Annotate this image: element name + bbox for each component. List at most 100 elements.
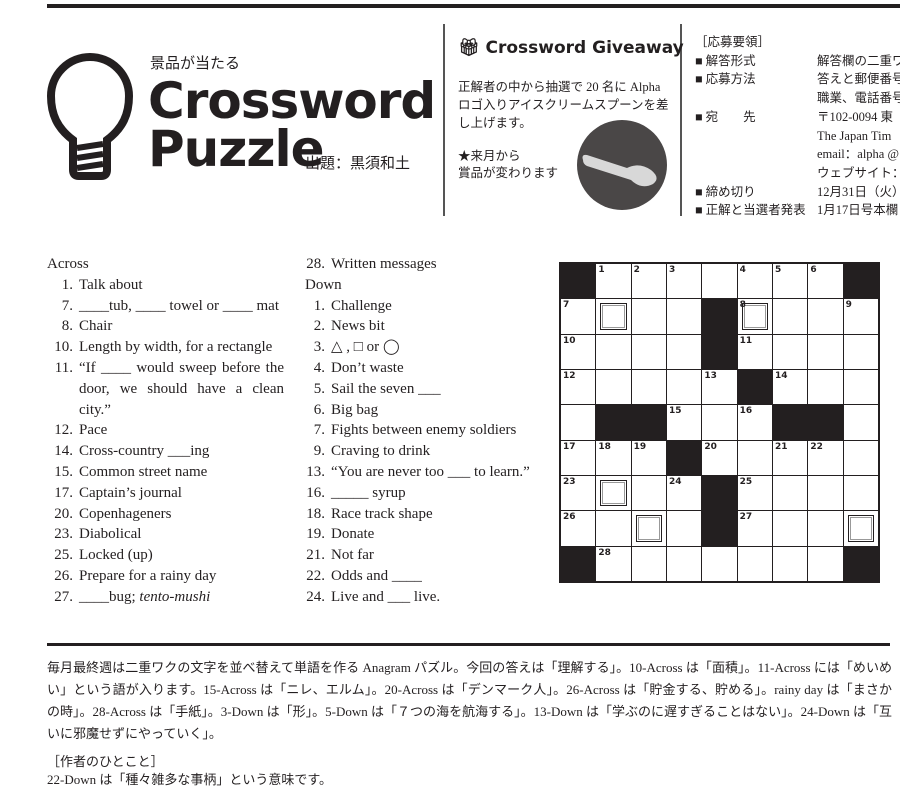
grid-cell[interactable]: 1: [596, 264, 631, 299]
grid-cell[interactable]: [737, 440, 772, 475]
grid-cell[interactable]: [666, 511, 702, 546]
clue-item[interactable]: 24. Live and ___ live.: [305, 587, 550, 608]
grid-cell[interactable]: [808, 369, 843, 405]
grid-cell[interactable]: [666, 334, 702, 369]
clue-item[interactable]: 15. Common street name: [47, 462, 284, 483]
grid-cell[interactable]: [631, 475, 666, 511]
grid-cell[interactable]: 19: [631, 440, 666, 475]
clue-item[interactable]: 26. Prepare for a rainy day: [47, 566, 284, 587]
grid-cell[interactable]: 14: [772, 369, 808, 405]
grid-cell[interactable]: [808, 299, 843, 334]
grid-cell[interactable]: [772, 475, 808, 511]
grid-cell[interactable]: 26: [561, 511, 596, 546]
grid-cell[interactable]: 18: [596, 440, 631, 475]
grid-cell[interactable]: [772, 511, 808, 546]
grid-cell[interactable]: [702, 264, 737, 299]
grid-cell[interactable]: 25: [737, 475, 772, 511]
grid-cell[interactable]: [631, 369, 666, 405]
grid-cell[interactable]: 11: [737, 334, 772, 369]
grid-cell[interactable]: [843, 405, 878, 440]
grid-cell[interactable]: 16: [737, 405, 772, 440]
clue-item[interactable]: 11. “If ____ would sweep before the door,…: [47, 358, 284, 420]
grid-cell[interactable]: [772, 546, 808, 581]
grid-cell[interactable]: [666, 369, 702, 405]
grid-cell[interactable]: 28: [596, 546, 631, 581]
grid-cell[interactable]: 12: [561, 369, 596, 405]
grid-cell[interactable]: 2: [631, 264, 666, 299]
clue-item[interactable]: 23. Diabolical: [47, 524, 284, 545]
grid-cell[interactable]: 22: [808, 440, 843, 475]
grid-cell[interactable]: 21: [772, 440, 808, 475]
grid-cell[interactable]: [666, 299, 702, 334]
clue-item[interactable]: 10. Length by width, for a rectangle: [47, 337, 284, 358]
clue-item[interactable]: 18. Race track shape: [305, 504, 550, 525]
clue-item[interactable]: 7. Fights between enemy soldiers: [305, 420, 550, 441]
grid-cell[interactable]: 4: [737, 264, 772, 299]
clue-item[interactable]: 12. Pace: [47, 420, 284, 441]
clue-item[interactable]: 19. Donate: [305, 524, 550, 545]
clue-item[interactable]: 9. Craving to drink: [305, 441, 550, 462]
grid-cell[interactable]: [808, 546, 843, 581]
clue-item[interactable]: 27. ____bug; tento-mushi: [47, 587, 284, 608]
clue-item[interactable]: 6. Big bag: [305, 400, 550, 421]
grid-cell[interactable]: 10: [561, 334, 596, 369]
grid-cell[interactable]: [772, 334, 808, 369]
grid-cell[interactable]: [843, 440, 878, 475]
clue-item[interactable]: 20. Copenhageners: [47, 504, 284, 525]
grid-cell[interactable]: [843, 475, 878, 511]
grid-cell[interactable]: 9: [843, 299, 878, 334]
clue-item[interactable]: 14. Cross-country ___ing: [47, 441, 284, 462]
grid-cell[interactable]: [772, 299, 808, 334]
grid-cell[interactable]: 20: [702, 440, 737, 475]
grid-cell[interactable]: 23: [561, 475, 596, 511]
clue-item[interactable]: 17. Captain’s journal: [47, 483, 284, 504]
grid-cell[interactable]: [631, 511, 666, 546]
cell-number: 9: [845, 300, 852, 311]
grid-cell[interactable]: [808, 334, 843, 369]
clue-item[interactable]: 1. Challenge: [305, 296, 550, 317]
clue-item[interactable]: 21. Not far: [305, 545, 550, 566]
grid-cell[interactable]: 24: [666, 475, 702, 511]
grid-cell[interactable]: [808, 511, 843, 546]
grid-cell[interactable]: 13: [702, 369, 737, 405]
clue-item[interactable]: 5. Sail the seven ___: [305, 379, 550, 400]
grid-cell[interactable]: [561, 405, 596, 440]
grid-cell[interactable]: [843, 369, 878, 405]
clue-item[interactable]: 16. _____ syrup: [305, 483, 550, 504]
grid-cell[interactable]: [702, 405, 737, 440]
grid-cell[interactable]: 15: [666, 405, 702, 440]
grid-cell[interactable]: [666, 546, 702, 581]
grid-cell[interactable]: [596, 299, 631, 334]
grid-cell[interactable]: [843, 334, 878, 369]
grid-cell[interactable]: [631, 546, 666, 581]
grid-cell[interactable]: [843, 511, 878, 546]
grid-cell[interactable]: [702, 546, 737, 581]
clue-item[interactable]: 3. △ , □ or ◯: [305, 337, 550, 358]
clue-item[interactable]: 28. Written messages: [305, 254, 550, 275]
black-cell: [666, 440, 702, 475]
grid-cell[interactable]: 5: [772, 264, 808, 299]
grid-cell[interactable]: [631, 299, 666, 334]
grid-cell[interactable]: [596, 369, 631, 405]
grid-cell[interactable]: [596, 334, 631, 369]
grid-cell[interactable]: 27: [737, 511, 772, 546]
grid-cell[interactable]: [631, 334, 666, 369]
grid-cell[interactable]: 8: [737, 299, 772, 334]
clue-item[interactable]: 7. ____tub, ____ towel or ____ mat: [47, 296, 284, 317]
grid-cell[interactable]: 17: [561, 440, 596, 475]
grid-cell[interactable]: [596, 475, 631, 511]
clue-item[interactable]: 25. Locked (up): [47, 545, 284, 566]
grid-cell[interactable]: 7: [561, 299, 596, 334]
grid-cell[interactable]: [808, 475, 843, 511]
grid-cell[interactable]: [737, 546, 772, 581]
grid-cell[interactable]: [596, 511, 631, 546]
clue-item[interactable]: 2. News bit: [305, 316, 550, 337]
grid-cell[interactable]: 6: [808, 264, 843, 299]
grid-cell[interactable]: 3: [666, 264, 702, 299]
clue-item[interactable]: 13. “You are never too ___ to learn.”: [305, 462, 550, 483]
cell-number: 11: [739, 335, 753, 346]
clue-item[interactable]: 8. Chair: [47, 316, 284, 337]
clue-item[interactable]: 4. Don’t waste: [305, 358, 550, 379]
clue-item[interactable]: 1. Talk about: [47, 275, 284, 296]
clue-item[interactable]: 22. Odds and ____: [305, 566, 550, 587]
